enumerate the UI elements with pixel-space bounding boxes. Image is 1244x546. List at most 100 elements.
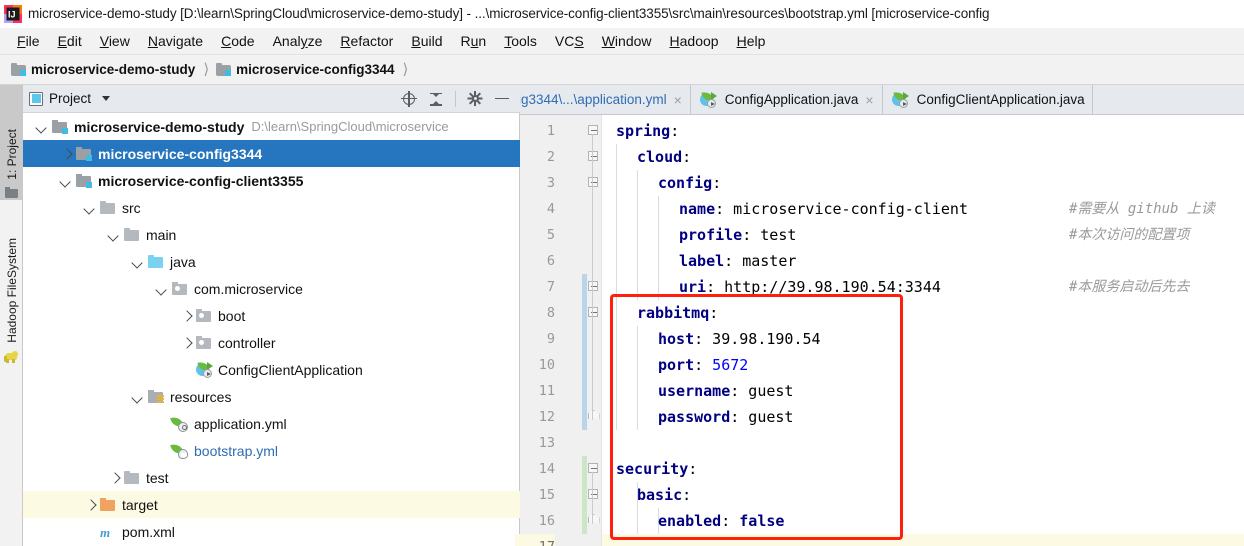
chevron-down-icon[interactable] [105,221,123,248]
chevron-down-icon[interactable] [33,113,51,140]
gutter-change-marker-modified[interactable] [582,274,587,430]
locate-icon[interactable] [401,90,417,107]
breadcrumb-item-project[interactable]: microservice-demo-study [8,61,198,78]
menu-vcs[interactable]: VCS [546,31,593,51]
line-number[interactable]: 12 [515,404,555,430]
code-line[interactable]: uri: http://39.98.190.54:3344 #本服务启动后先去 [602,274,1244,300]
tree-node-main[interactable]: main [23,221,520,248]
code-line[interactable]: port: 5672 [602,352,1244,378]
chevron-down-icon[interactable] [57,167,75,194]
code-line[interactable]: host: 39.98.190.54 [602,326,1244,352]
code-editor[interactable]: spring: cloud: config: name: microservice-c… [602,115,1244,546]
code-line[interactable]: name: microservice-config-client #需要从 git… [602,196,1244,222]
code-line[interactable]: profile: test #本次访问的配置项 [602,222,1244,248]
line-number[interactable]: 8 [515,300,555,326]
menu-tools[interactable]: Tools [495,31,546,51]
chevron-down-icon[interactable] [129,383,147,410]
gear-icon[interactable] [467,91,483,107]
line-number[interactable]: 14 [515,456,555,482]
chevron-down-icon[interactable] [153,275,171,302]
code-line[interactable] [602,430,1244,456]
chevron-right-icon[interactable] [81,491,99,518]
line-number[interactable]: 9 [515,326,555,352]
code-line[interactable]: cloud: [602,144,1244,170]
tree-node-boot[interactable]: boot [23,302,520,329]
code-line[interactable]: rabbitmq: [602,300,1244,326]
tree-node-src[interactable]: src [23,194,520,221]
code-line[interactable] [602,534,1244,546]
chevron-right-icon[interactable] [177,329,195,356]
stripe-button-hadoop-filesystem[interactable]: Hadoop FileSystem [0,205,23,365]
line-number[interactable]: 13 [515,430,555,456]
tree-node-resources[interactable]: resources [23,383,520,410]
line-number[interactable]: 16 [515,508,555,534]
chevron-right-icon[interactable] [177,302,195,329]
editor-tab-config3344-...-application.yml[interactable]: -config3344\...\application.yml × [520,85,691,114]
tree-node-controller[interactable]: controller [23,329,520,356]
tree-node-microservice-demo-study[interactable]: microservice-demo-study D:\learn\SpringCl… [23,113,520,140]
tree-node-com-microservice[interactable]: com.microservice [23,275,520,302]
line-number[interactable]: 4 [515,196,555,222]
yaml-value: guest [739,382,794,400]
menu-code[interactable]: Code [212,31,263,51]
line-number[interactable]: 2 [515,144,555,170]
line-number[interactable]: 3 [515,170,555,196]
tree-node-test[interactable]: test [23,464,520,491]
tree-node-target[interactable]: target [23,491,520,518]
line-number[interactable]: 6 [515,248,555,274]
line-number[interactable]: 15 [515,482,555,508]
menu-run[interactable]: Run [452,31,496,51]
tree-node-application-yml[interactable]: application.yml [23,410,520,437]
line-number[interactable]: 11 [515,378,555,404]
editor-tab-configclientapplication.java[interactable]: ConfigClientApplication.java [883,85,1093,114]
chevron-down-icon[interactable] [81,194,99,221]
menu-build[interactable]: Build [402,31,451,51]
tree-node-microservice-config-client3355[interactable]: microservice-config-client3355 [23,167,520,194]
tree-node-java[interactable]: java [23,248,520,275]
menu-navigate[interactable]: Navigate [139,31,212,51]
intellij-idea-logo-icon: IJ [4,4,22,23]
line-number[interactable]: 5 [515,222,555,248]
editor-gutter[interactable]: 1234567891011121314151617 [515,115,602,546]
menu-help[interactable]: Help [728,31,775,51]
code-line[interactable]: enabled: false [602,508,1244,534]
project-tree[interactable]: microservice-demo-study D:\learn\SpringCl… [23,113,520,546]
code-line[interactable]: basic: [602,482,1244,508]
menu-hadoop[interactable]: Hadoop [661,31,728,51]
tree-node-pom-xml[interactable]: m pom.xml [23,518,520,545]
menu-view[interactable]: View [91,31,139,51]
code-line[interactable]: label: master [602,248,1244,274]
code-line[interactable]: spring: [602,118,1244,144]
tree-node-microservice-config3344[interactable]: microservice-config3344 [23,140,520,167]
menu-edit[interactable]: Edit [49,31,91,51]
stripe-button-project[interactable]: 1: Project [0,85,23,200]
tree-node-bootstrap-yml[interactable]: bootstrap.yml [23,437,520,464]
menu-analyze[interactable]: Analyze [264,31,332,51]
yaml-value: 39.98.190.54 [703,330,821,348]
menu-refactor[interactable]: Refactor [331,31,402,51]
collapse-all-icon[interactable] [428,91,444,107]
code-line[interactable]: username: guest [602,378,1244,404]
package-icon [195,335,213,351]
chevron-right-icon[interactable] [105,464,123,491]
line-number[interactable]: 1 [515,118,555,144]
hide-icon[interactable] [494,91,510,107]
menu-window[interactable]: Window [593,31,661,51]
chevron-down-icon[interactable] [102,96,111,101]
code-line[interactable]: config: [602,170,1244,196]
menu-file[interactable]: File [8,31,49,51]
close-icon[interactable]: × [673,93,683,107]
line-number[interactable]: 7 [515,274,555,300]
close-icon[interactable]: × [864,93,874,107]
breadcrumb-item-module[interactable]: microservice-config3344 [213,61,397,78]
line-number[interactable]: 10 [515,352,555,378]
chevron-right-icon[interactable] [57,140,75,167]
chevron-down-icon[interactable] [129,248,147,275]
editor-tab-configapplication.java[interactable]: ConfigApplication.java × [691,85,883,114]
line-number[interactable]: 17 [515,534,555,546]
tree-node-configclientapplication[interactable]: ConfigClientApplication [23,356,520,383]
code-line[interactable]: password: guest [602,404,1244,430]
editor-tab-strip[interactable]: -config3344\...\application.yml×ConfigAp… [520,85,1244,115]
project-panel-title-group[interactable]: Project [29,91,111,106]
code-line[interactable]: security: [602,456,1244,482]
